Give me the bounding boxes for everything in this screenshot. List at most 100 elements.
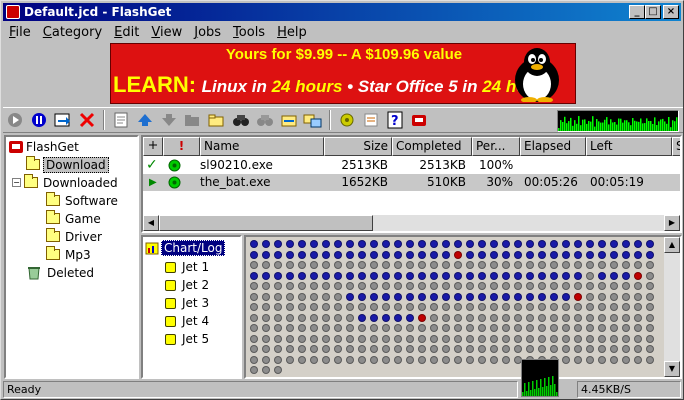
maximize-button[interactable]: □: [645, 5, 661, 19]
download-block: [622, 240, 630, 248]
jet-item[interactable]: Jet 4: [165, 312, 209, 330]
ad-banner[interactable]: Yours for $9.99 -- A $109.96 value LEARN…: [110, 43, 576, 104]
download-block: [406, 334, 414, 343]
download-block: [562, 292, 570, 301]
move-up-icon[interactable]: [134, 109, 156, 131]
menu-edit[interactable]: Edit: [108, 25, 145, 40]
download-block: [550, 261, 558, 269]
download-block: [598, 282, 606, 290]
download-block: [478, 271, 486, 280]
column-header-left[interactable]: Left: [586, 137, 672, 156]
scroll-down-button[interactable]: ▼: [664, 361, 680, 377]
jet-item[interactable]: Jet 2: [165, 276, 209, 294]
exit-icon[interactable]: [408, 109, 430, 131]
minimize-button[interactable]: _: [629, 5, 645, 19]
properties-icon[interactable]: [110, 109, 132, 131]
scroll-right-button[interactable]: ▶: [664, 215, 680, 231]
table-row[interactable]: ▶ the_bat.exe 1652KB 510KB 30% 00:05:26 …: [143, 174, 680, 191]
tree-label-root: FlashGet: [26, 139, 79, 154]
column-header-status[interactable]: [143, 137, 163, 156]
column-header-name[interactable]: Name: [200, 137, 324, 156]
settings-icon[interactable]: [360, 109, 382, 131]
scroll-thumb[interactable]: [159, 215, 373, 231]
download-block: [382, 292, 390, 301]
download-block: [454, 250, 462, 259]
download-block: [262, 292, 270, 301]
graph-bar: [528, 382, 530, 396]
tree-label-driver: Driver: [65, 229, 102, 244]
download-block: [430, 324, 438, 332]
download-block: [574, 240, 582, 248]
column-header-elapsed[interactable]: Elapsed: [520, 137, 586, 156]
open-file-icon[interactable]: [206, 109, 228, 131]
column-header-size[interactable]: Size: [324, 137, 392, 156]
download-block: [550, 240, 558, 248]
tree-item-deleted[interactable]: Deleted: [26, 264, 96, 281]
find-next-icon[interactable]: [254, 109, 276, 131]
menu-category[interactable]: Category: [37, 25, 108, 40]
column-header-percent[interactable]: Per...: [472, 137, 520, 156]
help-icon[interactable]: ?: [384, 109, 406, 131]
download-folder-icon: [26, 156, 40, 170]
start-icon[interactable]: [4, 109, 26, 131]
download-block: [286, 250, 294, 259]
tree-item-software[interactable]: Software: [46, 192, 120, 209]
download-block: [430, 303, 438, 311]
download-block: [322, 334, 330, 343]
collapse-icon[interactable]: −: [12, 178, 21, 187]
column-header-completed[interactable]: Completed: [392, 137, 472, 156]
file-name: the_bat.exe: [200, 175, 271, 189]
jet-item[interactable]: Jet 5: [165, 330, 209, 348]
download-block: [310, 303, 318, 311]
column-header-speed[interactable]: Sp: [672, 137, 680, 156]
download-block: [526, 303, 534, 311]
jet-item[interactable]: Jet 1: [165, 258, 209, 276]
download-block: [370, 292, 378, 301]
download-block: [262, 366, 270, 374]
move-down-icon[interactable]: [158, 109, 180, 131]
download-block: [418, 313, 426, 322]
menu-view[interactable]: View: [145, 25, 188, 40]
tree-item-flashget[interactable]: FlashGet: [8, 138, 81, 155]
close-button[interactable]: ×: [663, 5, 679, 19]
chart-log-item[interactable]: Chart/Log: [145, 239, 226, 256]
horizontal-scrollbar[interactable]: ◀ ▶: [143, 215, 680, 231]
download-block: [406, 292, 414, 301]
meter-bar: [616, 124, 618, 131]
folder-icon: [46, 228, 60, 242]
menu-jobs[interactable]: Jobs: [188, 25, 227, 40]
scroll-up-button[interactable]: ▲: [664, 237, 680, 253]
tree-item-mp3[interactable]: Mp3: [46, 246, 93, 263]
meter-bar: [590, 121, 592, 131]
site-manager-icon[interactable]: [278, 109, 300, 131]
find-icon[interactable]: [230, 109, 252, 131]
download-block: [250, 261, 258, 269]
connect-icon[interactable]: [302, 109, 324, 131]
download-block: [514, 334, 522, 343]
column-header-priority[interactable]: !: [163, 137, 200, 156]
download-block: [550, 250, 558, 259]
tree-item-download[interactable]: Download: [26, 156, 109, 173]
download-block: [490, 303, 498, 311]
options-icon[interactable]: [336, 109, 358, 131]
pause-icon[interactable]: [28, 109, 50, 131]
download-block: [286, 334, 294, 343]
delete-icon[interactable]: [76, 109, 98, 131]
tree-item-driver[interactable]: Driver: [46, 228, 104, 245]
tree-item-game[interactable]: Game: [46, 210, 103, 227]
table-row[interactable]: ✓ sl90210.exe 2513KB 2513KB 100%: [143, 157, 680, 174]
menu-tools[interactable]: Tools: [227, 25, 271, 40]
download-block: [514, 271, 522, 280]
download-block: [286, 282, 294, 290]
tree-item-downloaded[interactable]: − Downloaded: [12, 174, 120, 191]
menu-file[interactable]: File: [3, 25, 37, 40]
download-block: [634, 292, 642, 301]
open-folder-icon[interactable]: [182, 109, 204, 131]
download-block: [490, 355, 498, 364]
vertical-scrollbar[interactable]: ▲ ▼: [664, 237, 680, 377]
menu-help[interactable]: Help: [271, 25, 313, 40]
jet-label: Jet 2: [182, 278, 210, 292]
new-download-icon[interactable]: [52, 109, 74, 131]
scroll-left-button[interactable]: ◀: [143, 215, 159, 231]
jet-item[interactable]: Jet 3: [165, 294, 209, 312]
